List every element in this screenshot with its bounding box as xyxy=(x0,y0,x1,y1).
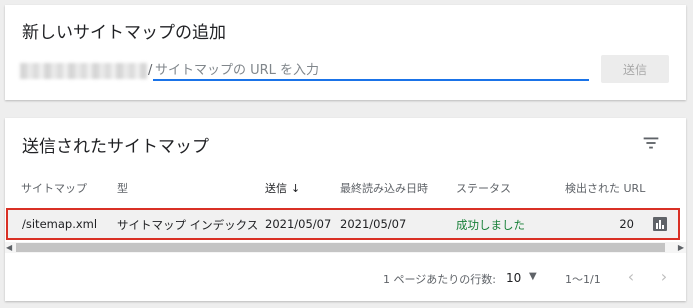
scroll-right-icon[interactable]: ▶ xyxy=(678,242,684,253)
submitted-sitemaps-title: 送信されたサイトマップ xyxy=(22,137,209,157)
blurred-domain-prefix xyxy=(20,63,147,79)
pagination-range: 1〜1/1 xyxy=(565,273,601,286)
previous-page-button[interactable]: ‹ xyxy=(621,267,641,287)
row-discovered-urls: 20 xyxy=(619,217,634,231)
column-header-sitemap[interactable]: サイトマップ xyxy=(21,180,87,196)
row-last-read-date: 2021/05/07 xyxy=(340,217,407,231)
chevron-right-icon: › xyxy=(660,267,668,286)
add-sitemap-title: 新しいサイトマップの追加 xyxy=(22,23,226,43)
sitemap-url-input[interactable] xyxy=(153,61,589,81)
column-header-last-read[interactable]: 最終読み込み日時 xyxy=(340,180,428,196)
url-slash: / xyxy=(148,63,153,78)
scrollbar-thumb[interactable] xyxy=(16,243,665,252)
column-header-submitted[interactable]: 送信 ↓ xyxy=(265,180,300,196)
filter-icon[interactable] xyxy=(640,132,662,154)
horizontal-scrollbar[interactable]: ◀ ▶ xyxy=(5,242,686,253)
chevron-down-icon: ▼ xyxy=(529,271,537,282)
sort-descending-icon: ↓ xyxy=(291,182,301,195)
rows-per-page-value: 10 xyxy=(506,271,522,285)
row-type: サイトマップ インデックス xyxy=(117,218,259,232)
row-status: 成功しました xyxy=(456,218,525,232)
rows-per-page-label: 1 ページあたりの行数: xyxy=(383,273,496,286)
column-header-submitted-label: 送信 xyxy=(265,182,287,195)
row-sitemap-path: /sitemap.xml xyxy=(22,217,98,231)
add-sitemap-card: 新しいサイトマップの追加 / 送信 xyxy=(5,5,686,100)
column-header-discovered-urls[interactable]: 検出された URL xyxy=(565,180,645,196)
rows-per-page-select[interactable]: 10 ▼ xyxy=(504,268,544,288)
column-header-status[interactable]: ステータス xyxy=(456,180,511,196)
next-page-button[interactable]: › xyxy=(654,267,674,287)
scroll-left-icon[interactable]: ◀ xyxy=(6,242,12,253)
bar-chart-icon[interactable] xyxy=(653,217,667,231)
column-header-type[interactable]: 型 xyxy=(117,180,128,196)
chevron-left-icon: ‹ xyxy=(627,267,635,286)
row-submitted-date: 2021/05/07 xyxy=(265,217,332,231)
submit-button[interactable]: 送信 xyxy=(601,55,669,83)
submitted-sitemaps-card: 送信されたサイトマップ サイトマップ 型 送信 ↓ 最終読み込み日時 ステータス … xyxy=(5,118,686,301)
